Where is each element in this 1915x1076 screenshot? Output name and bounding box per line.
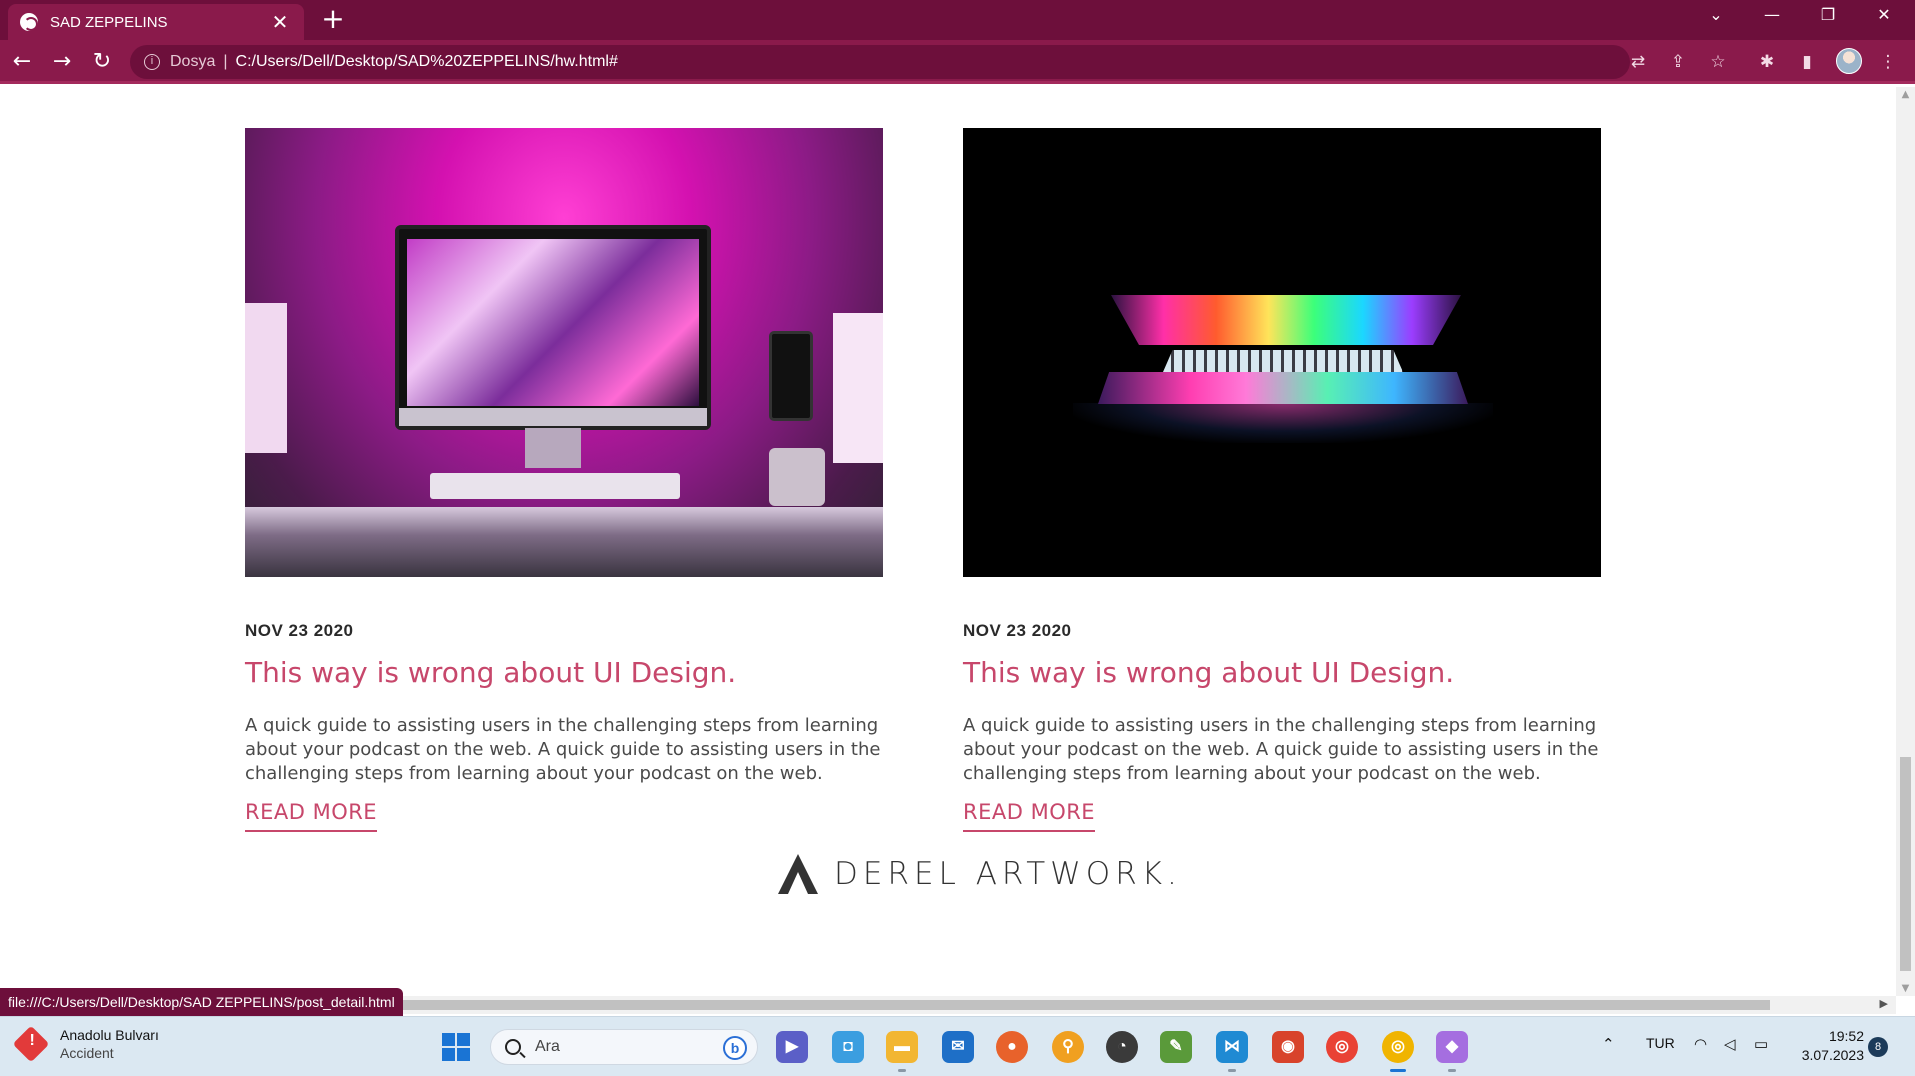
tray-chevron-icon[interactable]: ⌃ [1602, 1035, 1615, 1053]
image-stand-shape [525, 428, 581, 468]
back-icon[interactable]: ← [6, 46, 38, 78]
read-more-link[interactable]: READ MORE [245, 800, 378, 832]
scheme-separator: | [223, 53, 228, 70]
mail-icon[interactable]: ✉ [942, 1031, 974, 1063]
image-phone-shape [769, 331, 813, 421]
vertical-scroll-thumb[interactable] [1900, 757, 1911, 971]
share-icon[interactable]: ⇪ [1664, 48, 1692, 76]
image-chin-shape [399, 408, 707, 426]
profile-avatar[interactable] [1836, 48, 1862, 74]
search-icon [505, 1039, 521, 1055]
tab-title: SAD ZEPPELINS [50, 13, 168, 31]
taskbar-search[interactable]: Ara b [490, 1029, 758, 1065]
taskbar: Anadolu Bulvarı Accident Ara b ▶ ◘ ▬ ✉ ●… [0, 1016, 1915, 1076]
volume-icon[interactable]: ◁ [1724, 1035, 1736, 1053]
battery-icon[interactable]: ▭ [1754, 1035, 1768, 1053]
menu-icon[interactable]: ⋮ [1874, 48, 1902, 76]
address-bar[interactable]: i Dosya | C:/Users/Dell/Desktop/SAD%20ZE… [130, 45, 1630, 79]
image-base-shape [1098, 372, 1468, 404]
image-lid-shape [1111, 295, 1461, 345]
globe-icon [20, 13, 38, 31]
minimize-button[interactable]: — [1744, 0, 1800, 32]
extensions-icon[interactable]: ✱ [1753, 48, 1781, 76]
traffic-title: Anadolu Bulvarı [60, 1027, 159, 1043]
reload-icon[interactable]: ↻ [86, 46, 118, 78]
file-explorer-icon[interactable]: ▬ [886, 1031, 918, 1072]
chrome-icon[interactable]: ◎ [1326, 1031, 1358, 1063]
image-monitor-shape [395, 225, 711, 430]
image-keys-shape [1163, 350, 1403, 372]
search-placeholder: Ara [535, 1038, 560, 1055]
post-image-desk-setup[interactable] [245, 128, 883, 577]
read-more-link[interactable]: READ MORE [963, 800, 1096, 832]
chrome-profile-icon[interactable]: ◎ [1382, 1031, 1414, 1072]
traffic-widget[interactable]: Anadolu Bulvarı Accident [12, 1025, 159, 1063]
restore-button[interactable]: ❐ [1800, 0, 1856, 32]
tab-strip: SAD ZEPPELINS ✕ + ⌄ — ❐ ✕ [0, 0, 1915, 40]
traffic-subtitle: Accident [60, 1045, 114, 1061]
wifi-icon[interactable]: ◠ [1694, 1035, 1707, 1053]
post-title[interactable]: This way is wrong about UI Design. [963, 656, 1601, 690]
new-tab-button[interactable]: + [318, 4, 348, 36]
info-icon[interactable]: i [144, 54, 160, 70]
post-date: NOV 23 2020 [963, 621, 1072, 640]
magnifier-app-icon[interactable]: ⚲ [1052, 1031, 1084, 1063]
image-box-shape [833, 313, 883, 463]
traffic-alert-icon [12, 1025, 50, 1063]
side-panel-icon[interactable]: ▮ [1793, 48, 1821, 76]
clock-date: 3.07.2023 [1801, 1047, 1864, 1063]
notepad-icon[interactable]: ✎ [1160, 1031, 1192, 1063]
scroll-right-icon[interactable]: ▶ [1880, 997, 1888, 1010]
chat-bubble-icon[interactable]: ◔ [1106, 1031, 1138, 1063]
screen: SAD ZEPPELINS ✕ + ⌄ — ❐ ✕ ← → ↻ i Dosya … [0, 0, 1915, 1076]
scroll-down-icon[interactable]: ▼ [1896, 983, 1915, 994]
logo-mark-icon [778, 854, 818, 894]
post-excerpt: A quick guide to assisting users in the … [245, 715, 881, 784]
footer-brand: DEREL ARTWORK. [834, 856, 1182, 892]
post-title[interactable]: This way is wrong about UI Design. [245, 656, 883, 690]
scroll-up-icon[interactable]: ▲ [1896, 89, 1915, 100]
clock-time: 19:52 [1828, 1028, 1864, 1044]
vscode-icon[interactable]: ⋈ [1216, 1031, 1248, 1072]
bing-icon[interactable]: b [723, 1036, 747, 1060]
translate-icon[interactable]: ⇄ [1624, 48, 1652, 76]
image-table-shape [245, 507, 883, 577]
image-lamp-shape [245, 303, 287, 453]
notification-badge[interactable]: 8 [1868, 1037, 1888, 1057]
post-date: NOV 23 2020 [245, 621, 354, 640]
forward-icon[interactable]: → [46, 46, 78, 78]
page-viewport: NOV 23 2020 This way is wrong about UI D… [0, 87, 1896, 996]
system-clock[interactable]: 19:52 3.07.2023 [1788, 1027, 1864, 1065]
firefox-icon[interactable]: ● [996, 1031, 1028, 1063]
close-window-button[interactable]: ✕ [1856, 0, 1912, 32]
tab-close-button[interactable]: ✕ [268, 12, 292, 32]
post-image-laptop[interactable] [963, 128, 1601, 577]
link-status-bubble: file:///C:/Users/Dell/Desktop/SAD ZEPPEL… [0, 988, 403, 1016]
url-text[interactable]: C:/Users/Dell/Desktop/SAD%20ZEPPELINS/hw… [236, 53, 618, 71]
teams-chat-icon[interactable]: ▶ [776, 1031, 808, 1063]
start-tile [457, 1048, 470, 1061]
start-tile [457, 1033, 470, 1046]
vertical-scrollbar[interactable]: ▲ ▼ [1896, 87, 1915, 996]
image-keyboard-shape [430, 473, 680, 499]
scheme-label: Dosya [170, 53, 216, 70]
image-screen-shape [407, 239, 699, 406]
start-tile [442, 1033, 455, 1046]
obs-icon[interactable]: ◉ [1272, 1031, 1304, 1063]
post-card: NOV 23 2020 This way is wrong about UI D… [245, 128, 883, 832]
language-indicator[interactable]: TUR [1646, 1035, 1675, 1051]
bookmark-star-icon[interactable]: ☆ [1704, 48, 1732, 76]
store-icon[interactable]: ◘ [832, 1031, 864, 1063]
start-button[interactable] [442, 1033, 470, 1061]
post-excerpt: A quick guide to assisting users in the … [963, 715, 1599, 784]
footer-logo[interactable]: DEREL ARTWORK. [776, 850, 1182, 898]
browser-tab[interactable]: SAD ZEPPELINS ✕ [8, 4, 304, 40]
image-glow-shape [1073, 403, 1493, 443]
tab-search-icon[interactable]: ⌄ [1688, 0, 1744, 32]
post-card: NOV 23 2020 This way is wrong about UI D… [963, 128, 1601, 832]
image-mug-shape [769, 448, 825, 506]
browser-toolbar: ← → ↻ i Dosya | C:/Users/Dell/Desktop/SA… [0, 40, 1915, 84]
start-tile [442, 1048, 455, 1061]
gem-app-icon[interactable]: ◆ [1436, 1031, 1468, 1072]
